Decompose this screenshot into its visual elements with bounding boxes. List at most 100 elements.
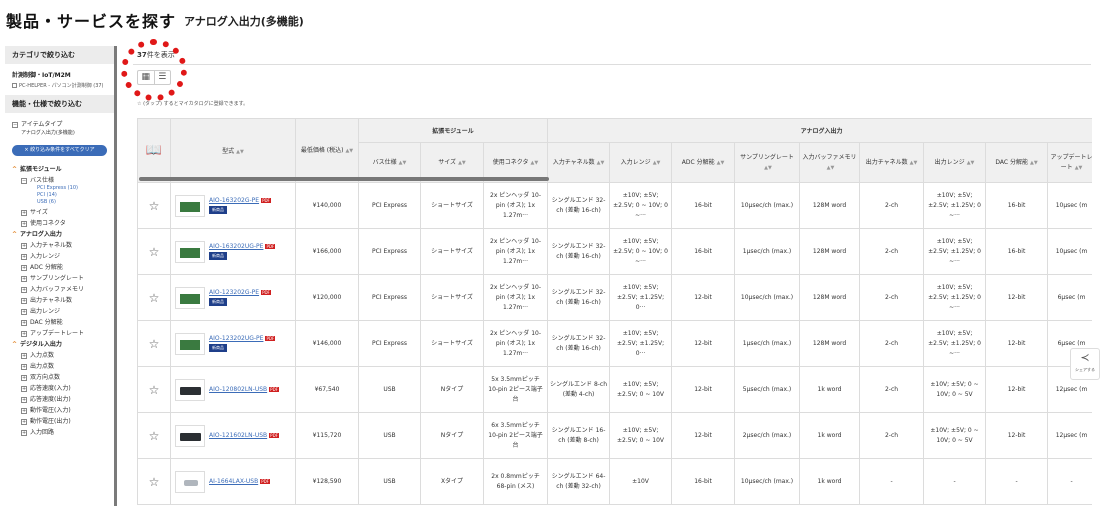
star-icon[interactable]: ☆ xyxy=(149,245,160,259)
favorite-cell[interactable]: ☆ xyxy=(137,458,171,505)
filter-group[interactable]: ^ デジタル入出力 xyxy=(5,337,114,348)
expand-icon: + xyxy=(21,385,27,392)
col-sampling[interactable]: サンプリングレート▲▼ xyxy=(734,142,801,183)
product-thumbnail[interactable] xyxy=(175,240,205,263)
filter-item[interactable]: + 動作電圧(出力) xyxy=(5,414,114,425)
pdf-icon[interactable]: PDF xyxy=(269,433,279,438)
cell-sampling: 10μsec/ch (max.) xyxy=(734,182,801,229)
product-thumbnail[interactable] xyxy=(175,286,205,309)
product-thumbnail[interactable] xyxy=(175,194,205,217)
col-in-range[interactable]: 入力レンジ ▲▼ xyxy=(609,142,673,183)
product-thumbnail[interactable] xyxy=(175,424,205,447)
star-icon[interactable]: ☆ xyxy=(149,429,160,443)
col-adc[interactable]: ADC 分解能 ▲▼ xyxy=(671,142,736,183)
cell-update: 6μsec (m xyxy=(1047,274,1092,321)
pdf-icon[interactable]: PDF xyxy=(261,198,271,203)
model-link[interactable]: AIO-163202UG-PE xyxy=(209,243,263,250)
product-thumbnail[interactable] xyxy=(175,470,205,493)
filter-item[interactable]: + 双方向点数 xyxy=(5,370,114,381)
filter-item[interactable]: + 使用コネクタ xyxy=(5,216,114,227)
favorite-cell[interactable]: ☆ xyxy=(137,320,171,367)
cell-bus: PCI Express xyxy=(358,320,421,367)
category-link[interactable]: PC-HELPER - パソコン計測制御 (37) xyxy=(5,81,114,95)
model-link[interactable]: AI-1664LAX-USB xyxy=(209,478,258,485)
filter-item[interactable]: + 出力レンジ xyxy=(5,304,114,315)
col-in-ch[interactable]: 入力チャネル数 ▲▼ xyxy=(547,142,611,183)
filter-item[interactable]: + アップデートレート xyxy=(5,326,114,337)
cell-sampling: 5μsec/ch (max.) xyxy=(734,366,801,413)
cell-connector: 2x ピンヘッダ 10-pin (オス); 1x 1.27m··· xyxy=(482,274,549,321)
favorite-cell[interactable]: ☆ xyxy=(137,412,171,459)
filter-item[interactable]: + 入力バッファメモリ xyxy=(5,282,114,293)
filter-item[interactable]: + 入力回路 xyxy=(5,425,114,436)
model-link[interactable]: AIO-123202UG-PE xyxy=(209,335,263,342)
filter-item[interactable]: + 出力点数 xyxy=(5,359,114,370)
cell-connector: 5x 3.5mmピッチ 10-pin 2ピース端子台 xyxy=(482,366,549,413)
filter-option[interactable]: USB (6) xyxy=(5,198,114,205)
star-icon[interactable]: ☆ xyxy=(149,383,160,397)
filter-item[interactable]: + DAC 分解能 xyxy=(5,315,114,326)
filter-option[interactable]: PCI Express (10) xyxy=(5,184,114,191)
product-thumbnail[interactable] xyxy=(175,332,205,355)
filter-item[interactable]: + サンプリングレート xyxy=(5,271,114,282)
col-min-price[interactable]: 最低価格 (税込) ▲▼ xyxy=(295,118,359,183)
cell-in-ch: シングルエンド 16-ch (差動 8-ch) xyxy=(547,412,611,459)
filter-item[interactable]: + 入力レンジ xyxy=(5,249,114,260)
catalog-column-head[interactable]: 📖 xyxy=(137,118,171,183)
cell-size: ショートサイズ xyxy=(420,228,484,275)
expand-icon: + xyxy=(21,209,27,216)
model-cell: AIO-120802LN-USB PDF xyxy=(170,366,296,413)
new-badge: 新商品 xyxy=(209,344,227,352)
group-bus-module: 拡張モジュール xyxy=(357,118,549,143)
star-icon[interactable]: ☆ xyxy=(149,337,160,351)
product-thumbnail[interactable] xyxy=(175,378,205,401)
share-button[interactable]: ≺ シェアする xyxy=(1070,348,1100,380)
model-link[interactable]: AIO-121602LN-USB xyxy=(209,432,267,439)
col-model[interactable]: 型式 ▲▼ xyxy=(170,118,296,183)
expand-icon: + xyxy=(21,418,27,425)
favorite-cell[interactable]: ☆ xyxy=(137,228,171,275)
cell-dac: 12-bit xyxy=(985,366,1049,413)
col-dac[interactable]: DAC 分解能 ▲▼ xyxy=(985,142,1049,183)
star-icon[interactable]: ☆ xyxy=(149,291,160,305)
model-link[interactable]: AIO-163202G-PE xyxy=(209,197,259,204)
col-update[interactable]: アップデートレート ▲▼ xyxy=(1047,142,1092,183)
cell-update: 10μsec (m xyxy=(1047,228,1092,275)
star-icon[interactable]: ☆ xyxy=(149,475,160,489)
favorite-cell[interactable]: ☆ xyxy=(137,274,171,321)
filter-item[interactable]: − バス仕様 xyxy=(5,173,114,184)
new-badge: 新商品 xyxy=(209,298,227,306)
filter-item[interactable]: + 動作電圧(入力) xyxy=(5,403,114,414)
filter-item[interactable]: + 出力チャネル数 xyxy=(5,293,114,304)
pdf-icon[interactable]: PDF xyxy=(269,387,279,392)
filter-item[interactable]: + 応答速度(入力) xyxy=(5,381,114,392)
filter-item[interactable]: + 応答速度(出力) xyxy=(5,392,114,403)
col-out-range[interactable]: 出力レンジ ▲▼ xyxy=(923,142,987,183)
filter-item[interactable]: + 入力チャネル数 xyxy=(5,238,114,249)
pdf-icon[interactable]: PDF xyxy=(260,479,270,484)
model-link[interactable]: AIO-123202G-PE xyxy=(209,289,259,296)
filter-group[interactable]: ^ 拡張モジュール xyxy=(5,162,114,173)
filter-item[interactable]: + サイズ xyxy=(5,205,114,216)
filter-item[interactable]: + 入力点数 xyxy=(5,348,114,359)
filter-group[interactable]: ^ アナログ入出力 xyxy=(5,227,114,238)
favorite-cell[interactable]: ☆ xyxy=(137,182,171,229)
pdf-icon[interactable]: PDF xyxy=(265,244,276,249)
favorite-cell[interactable]: ☆ xyxy=(137,366,171,413)
filter-option[interactable]: PCI (14) xyxy=(5,191,114,198)
new-badge: 新商品 xyxy=(209,252,227,260)
horizontal-scrollbar[interactable] xyxy=(139,177,549,181)
filter-item[interactable]: + ADC 分解能 xyxy=(5,260,114,271)
sort-icon: ▲▼ xyxy=(345,147,354,154)
pdf-icon[interactable]: PDF xyxy=(265,336,276,341)
col-in-buffer[interactable]: 入力バッファメモリ▲▼ xyxy=(799,142,861,183)
model-link[interactable]: AIO-120802LN-USB xyxy=(209,386,267,393)
expand-icon: + xyxy=(21,220,27,227)
cell-sampling: 10μsec/ch (max.) xyxy=(734,274,801,321)
cell-out-ch: 2-ch xyxy=(859,412,925,459)
item-type-filter[interactable]: − アイテムタイプ xyxy=(5,113,114,128)
pdf-icon[interactable]: PDF xyxy=(261,290,271,295)
clear-filters-button[interactable]: × 絞り込み条件をすべてクリア xyxy=(12,145,107,156)
star-icon[interactable]: ☆ xyxy=(149,199,160,213)
col-out-ch[interactable]: 出力チャネル数 ▲▼ xyxy=(859,142,925,183)
